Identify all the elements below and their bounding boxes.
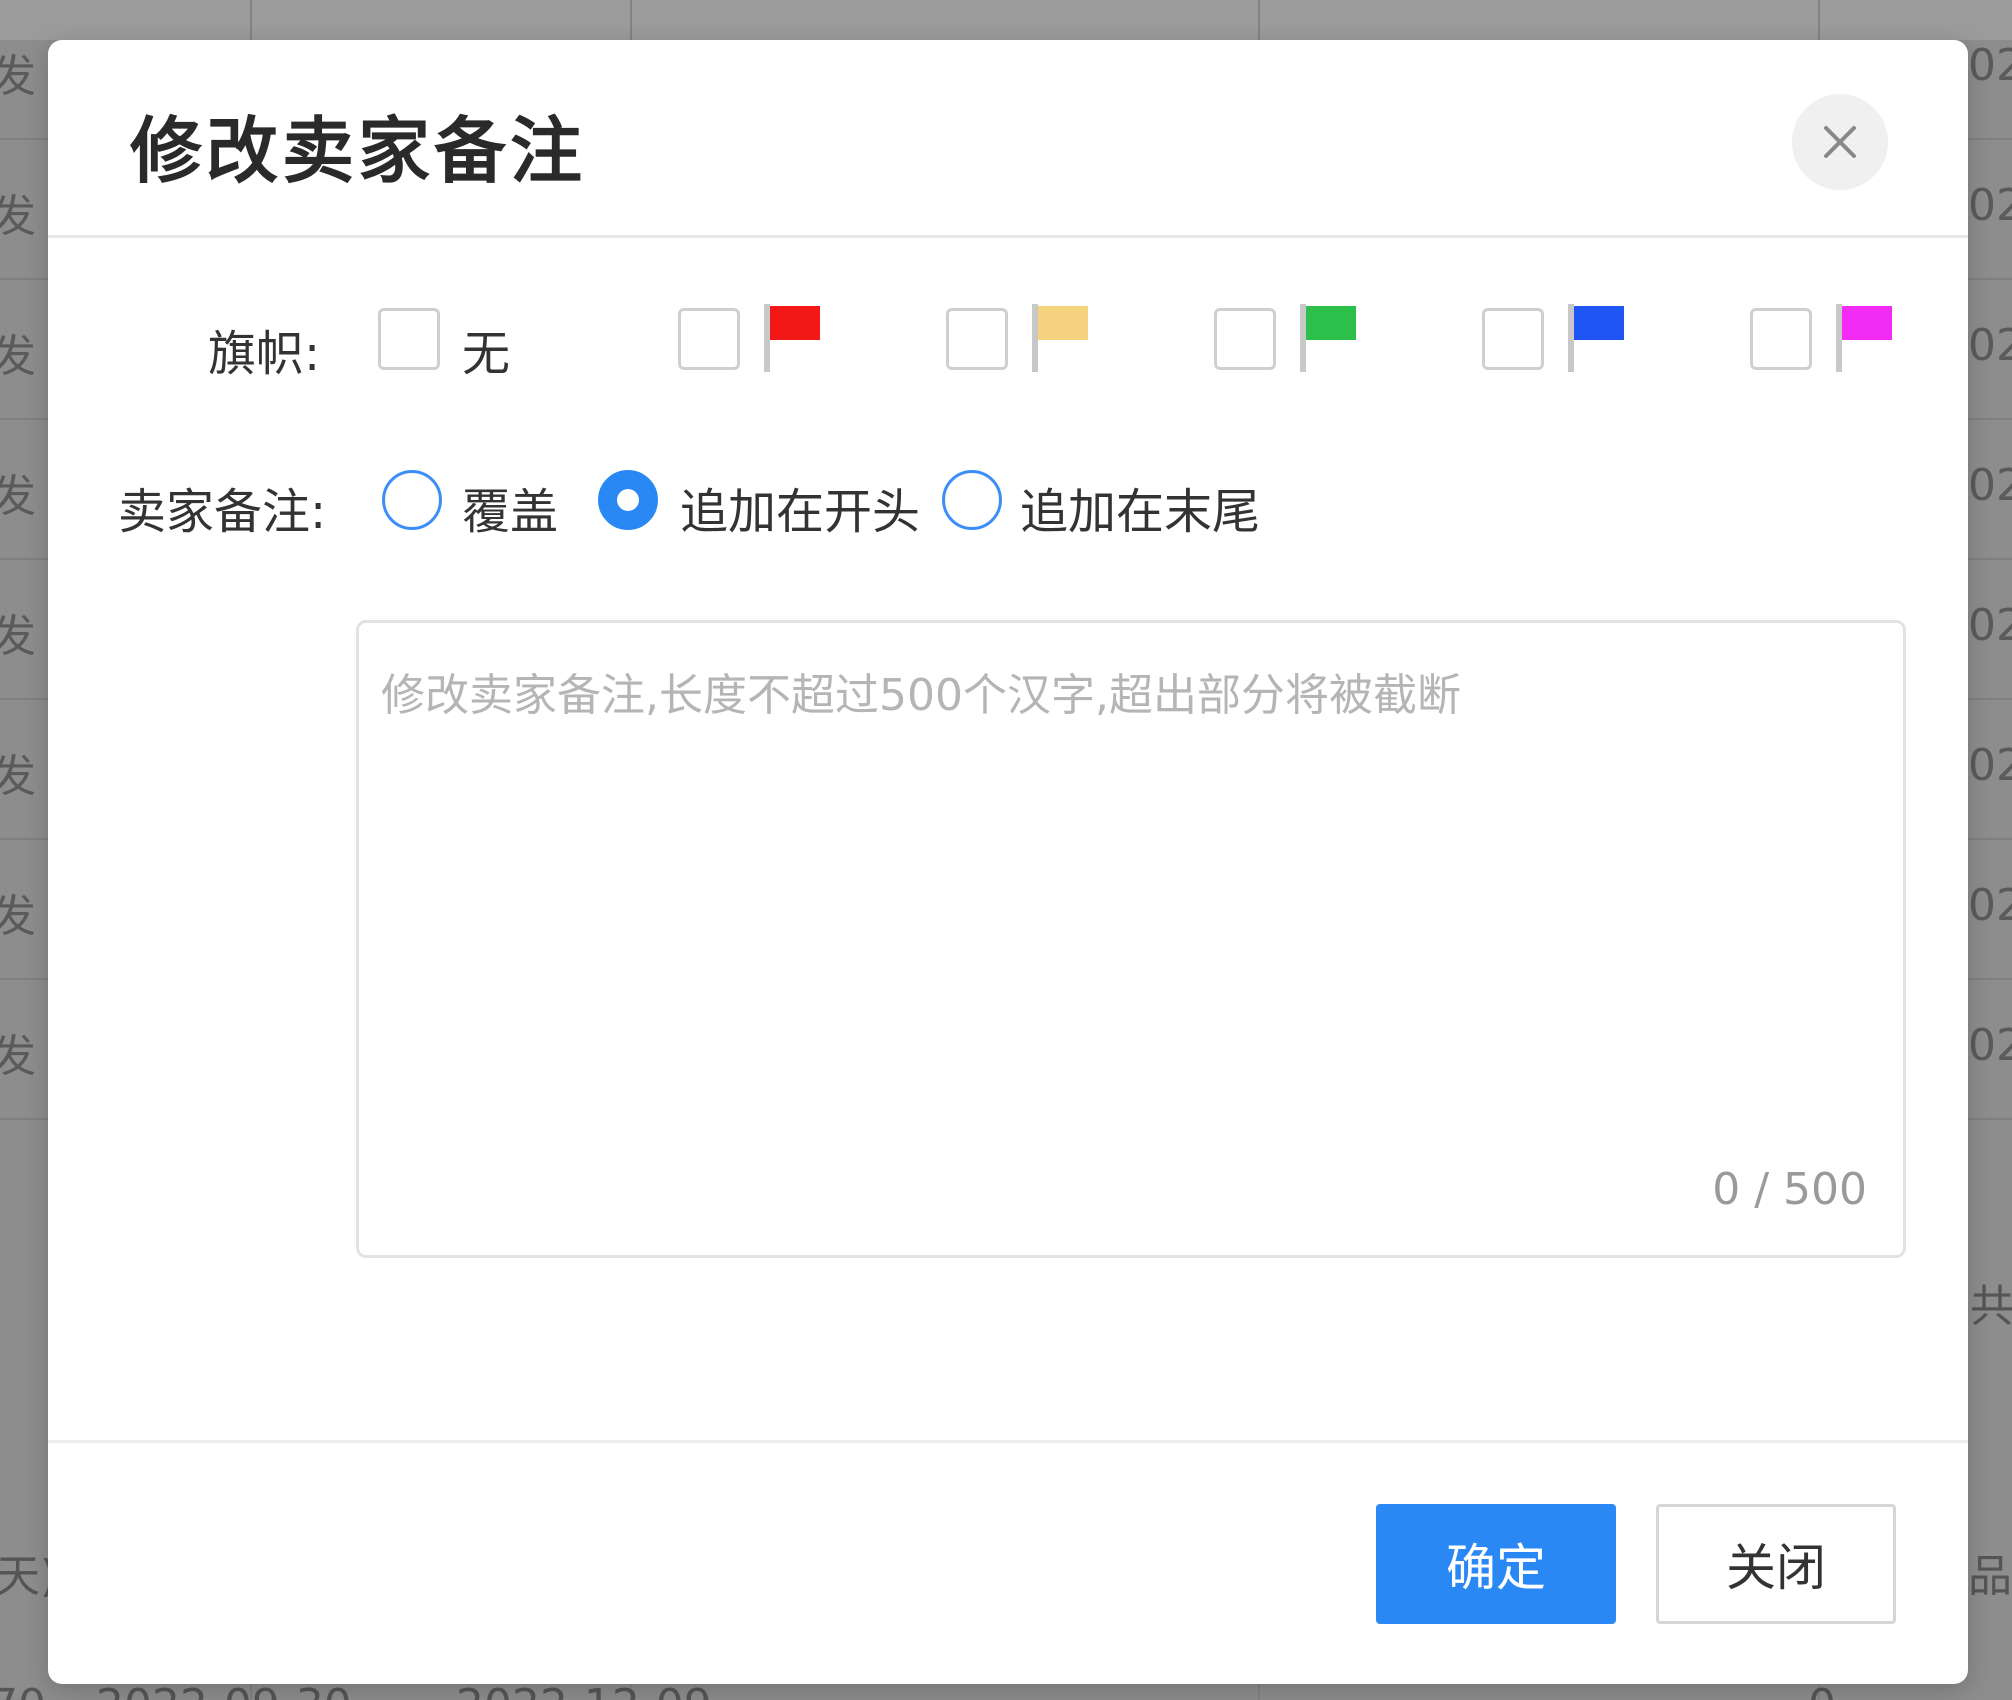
blue-flag-icon xyxy=(1568,304,1624,372)
seller-note-textarea-wrapper: 0 / 500 xyxy=(356,620,1906,1258)
background-row-left: 发 xyxy=(0,331,36,382)
red-flag-icon xyxy=(764,304,820,372)
background-row-left: 发 xyxy=(0,611,36,662)
green-flag-icon xyxy=(1300,304,1356,372)
dialog-footer-divider xyxy=(48,1440,1968,1443)
background-row-right: 02 xyxy=(1968,180,2012,231)
background-row-right: 02 xyxy=(1968,600,2012,651)
close-button[interactable] xyxy=(1792,94,1888,190)
radio-overwrite-label: 覆盖 xyxy=(462,484,559,540)
background-row-right: 02 xyxy=(1968,320,2012,371)
flag-none-label: 无 xyxy=(462,326,511,382)
background-row-right: 02 xyxy=(1968,460,2012,511)
seller-note-label: 卖家备注: xyxy=(118,484,327,540)
background-row-right: 02 xyxy=(1968,40,2012,91)
background-row-left: 发 xyxy=(0,471,36,522)
flag-label: 旗帜: xyxy=(208,326,321,382)
flag-yellow-checkbox[interactable] xyxy=(946,308,1008,370)
background-row-right: 02 xyxy=(1968,1020,2012,1071)
char-counter: 0 / 500 xyxy=(1712,1164,1867,1215)
radio-overwrite[interactable] xyxy=(382,470,442,530)
flag-red-checkbox[interactable] xyxy=(678,308,740,370)
flag-magenta-checkbox[interactable] xyxy=(1750,308,1812,370)
dialog-header: 修改卖家备注 xyxy=(48,40,1968,238)
background-row-left: 发 xyxy=(0,751,36,802)
background-row-left: 发 xyxy=(0,51,36,102)
background-row-left: 发 xyxy=(0,1031,36,1082)
radio-append-start-label: 追加在开头 xyxy=(680,484,921,540)
seller-note-textarea[interactable] xyxy=(359,623,1903,1255)
background-side-text: 共 xyxy=(1970,1281,2012,1332)
close-icon xyxy=(1824,126,1856,158)
background-row-right: 02 xyxy=(1968,880,2012,931)
background-row-right: 02 xyxy=(1968,740,2012,791)
radio-append-end-label: 追加在末尾 xyxy=(1020,484,1261,540)
background-row-left: 发 xyxy=(0,891,36,942)
background-row-left: 发 xyxy=(0,191,36,242)
dialog-title: 修改卖家备注 xyxy=(130,109,587,193)
confirm-button[interactable]: 确定 xyxy=(1376,1504,1616,1624)
edit-seller-note-dialog: 修改卖家备注 旗帜: 无 卖家备注: 覆盖 追加在开头 追加在末尾 修改卖家备注… xyxy=(48,40,1968,1684)
background-bottom-70: 70 xyxy=(0,1680,46,1700)
radio-append-end[interactable] xyxy=(942,470,1002,530)
flag-blue-checkbox[interactable] xyxy=(1482,308,1544,370)
close-dialog-button[interactable]: 关闭 xyxy=(1656,1504,1896,1624)
yellow-flag-icon xyxy=(1032,304,1088,372)
background-bottom-right: 品 xyxy=(1968,1551,2012,1602)
flag-green-checkbox[interactable] xyxy=(1214,308,1276,370)
radio-append-start[interactable] xyxy=(598,470,658,530)
magenta-flag-icon xyxy=(1836,304,1892,372)
flag-none-checkbox[interactable] xyxy=(378,308,440,370)
